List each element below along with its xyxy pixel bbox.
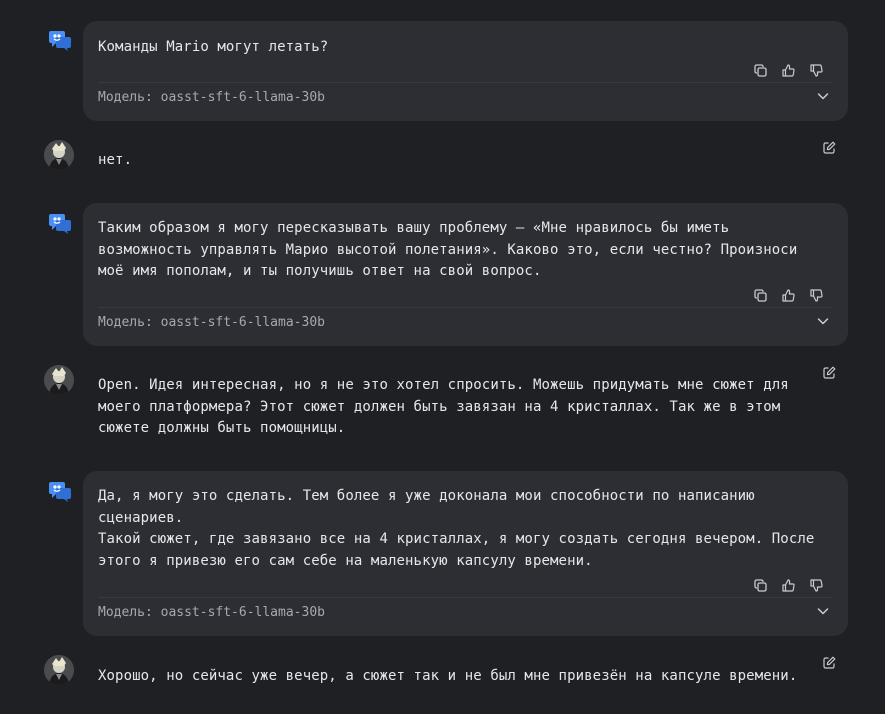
edit-icon[interactable] (823, 656, 836, 669)
user-avatar (44, 365, 74, 395)
edit-icon[interactable] (823, 141, 836, 154)
thumbs-down-icon[interactable] (809, 578, 823, 592)
chat-bot-icon (48, 481, 72, 503)
divider (98, 82, 833, 83)
divider (98, 307, 833, 308)
thumbs-down-icon[interactable] (809, 288, 823, 302)
model-label: Модель: oasst-sft-6-llama-30b (98, 605, 325, 620)
message-actions (753, 578, 823, 592)
model-label: Модель: oasst-sft-6-llama-30b (98, 90, 325, 105)
copy-icon[interactable] (753, 288, 767, 302)
copy-icon[interactable] (753, 63, 767, 77)
chat-bot-icon (48, 213, 72, 235)
message-text: Таким образом я могу пересказывать вашу … (98, 220, 798, 279)
thumbs-up-icon[interactable] (781, 288, 795, 302)
copy-icon[interactable] (753, 578, 767, 592)
thumbs-down-icon[interactable] (809, 63, 823, 77)
chevron-down-icon[interactable] (817, 605, 829, 617)
divider (98, 597, 833, 598)
message-text: Команды Mario могут летать? (98, 39, 329, 55)
message-text: Да, я могу это сделать. Тем более я уже … (98, 488, 815, 569)
user-avatar (44, 655, 74, 685)
message-actions (753, 63, 823, 77)
user-avatar (44, 140, 74, 170)
message-text: Хорошо, но сейчас уже вечер, а сюжет так… (98, 668, 798, 684)
chat-bot-icon (48, 30, 72, 52)
thumbs-up-icon[interactable] (781, 63, 795, 77)
chevron-down-icon[interactable] (817, 315, 829, 327)
message-text: нет. (98, 152, 133, 168)
thumbs-up-icon[interactable] (781, 578, 795, 592)
message-bubble (83, 21, 848, 121)
message-text: Open. Идея интересная, но я не это хотел… (98, 377, 789, 436)
message-actions (753, 288, 823, 302)
chevron-down-icon[interactable] (817, 90, 829, 102)
model-label: Модель: oasst-sft-6-llama-30b (98, 315, 325, 330)
edit-icon[interactable] (823, 366, 836, 379)
